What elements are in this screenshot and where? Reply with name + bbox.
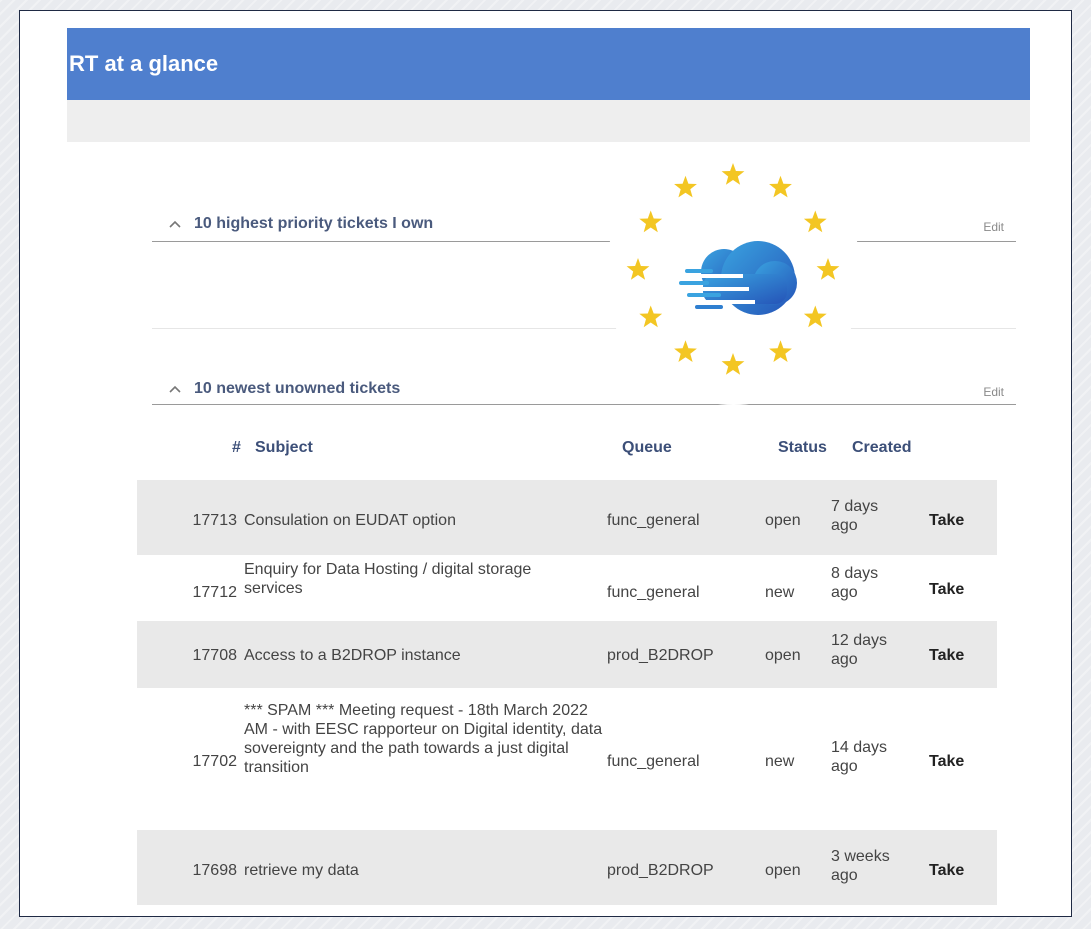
edit-link-priority[interactable]: Edit — [983, 220, 1004, 234]
ticket-id[interactable]: 17702 — [137, 752, 238, 771]
star-icon — [639, 210, 663, 233]
ticket-queue: func_general — [607, 512, 700, 529]
section-title-priority[interactable]: 10 highest priority tickets I own — [194, 215, 433, 233]
ticket-subject[interactable]: Access to a B2DROP instance — [244, 646, 594, 665]
column-header-id[interactable]: # — [232, 439, 241, 457]
page-subbar — [67, 100, 1030, 142]
star-icon — [639, 305, 663, 328]
ticket-status: open — [765, 862, 801, 879]
take-ticket-button[interactable]: Take — [929, 580, 964, 599]
ticket-queue: func_general — [607, 753, 700, 770]
ticket-status: open — [765, 647, 801, 664]
table-row[interactable]: 17713 Consulation on EUDAT option func_g… — [137, 480, 997, 555]
section-title-unowned[interactable]: 10 newest unowned tickets — [194, 380, 400, 398]
ticket-status: new — [765, 584, 795, 601]
eu-cloud-logo-icon — [605, 148, 862, 405]
ticket-subject[interactable]: retrieve my data — [244, 861, 594, 880]
star-icon — [674, 340, 697, 362]
take-ticket-button[interactable]: Take — [929, 646, 964, 665]
star-icon — [803, 210, 827, 233]
ticket-created: 12 days ago — [831, 632, 888, 668]
table-row[interactable]: 17708 Access to a B2DROP instance prod_B… — [137, 621, 997, 688]
ticket-subject[interactable]: Consulation on EUDAT option — [244, 511, 594, 530]
ticket-subject[interactable]: *** SPAM *** Meeting request - 18th Marc… — [244, 701, 606, 777]
table-row[interactable]: 17698 retrieve my data prod_B2DROP open … — [137, 830, 997, 905]
section-divider — [152, 404, 1016, 405]
star-icon — [803, 305, 827, 328]
star-icon — [674, 175, 697, 198]
take-ticket-button[interactable]: Take — [929, 861, 964, 880]
collapse-toggle-icon[interactable] — [168, 382, 182, 396]
column-header-created[interactable]: Created — [852, 439, 912, 457]
ticket-created: 14 days ago — [831, 739, 888, 775]
ticket-id[interactable]: 17713 — [137, 511, 238, 530]
ticket-id[interactable]: 17708 — [137, 646, 238, 665]
ticket-id[interactable]: 17698 — [137, 861, 238, 880]
star-icon — [769, 175, 792, 198]
ticket-created: 3 weeks ago — [831, 848, 890, 884]
section-divider — [152, 328, 1016, 329]
ticket-status: new — [765, 753, 795, 770]
star-icon — [626, 258, 650, 280]
cloud-icon — [673, 241, 797, 315]
star-icon — [721, 353, 745, 375]
ticket-created: 8 days ago — [831, 565, 879, 601]
ticket-status: open — [765, 512, 801, 529]
ticket-id[interactable]: 17712 — [137, 583, 238, 602]
star-icon — [721, 163, 745, 185]
take-ticket-button[interactable]: Take — [929, 752, 964, 771]
ticket-queue: func_general — [607, 584, 700, 601]
star-icon — [769, 340, 792, 362]
collapse-toggle-icon[interactable] — [168, 217, 182, 231]
section-header-priority: 10 highest priority tickets I own Edit — [152, 215, 1016, 243]
logo-graphic — [626, 163, 840, 375]
column-header-queue[interactable]: Queue — [622, 439, 672, 457]
section-divider — [152, 241, 1016, 242]
table-row[interactable]: 17702 *** SPAM *** Meeting request - 18t… — [137, 688, 997, 830]
edit-link-unowned[interactable]: Edit — [983, 385, 1004, 399]
ticket-queue: prod_B2DROP — [607, 647, 714, 664]
take-ticket-button[interactable]: Take — [929, 511, 964, 530]
star-icon — [816, 258, 840, 280]
column-header-status[interactable]: Status — [778, 439, 827, 457]
ticket-subject[interactable]: Enquiry for Data Hosting / digital stora… — [244, 560, 594, 598]
page-title: RT at a glance — [67, 28, 1030, 100]
table-row[interactable]: 17712 Enquiry for Data Hosting / digital… — [137, 555, 997, 621]
ticket-queue: prod_B2DROP — [607, 862, 714, 879]
column-header-subject[interactable]: Subject — [255, 439, 313, 457]
ticket-created: 7 days ago — [831, 498, 879, 534]
